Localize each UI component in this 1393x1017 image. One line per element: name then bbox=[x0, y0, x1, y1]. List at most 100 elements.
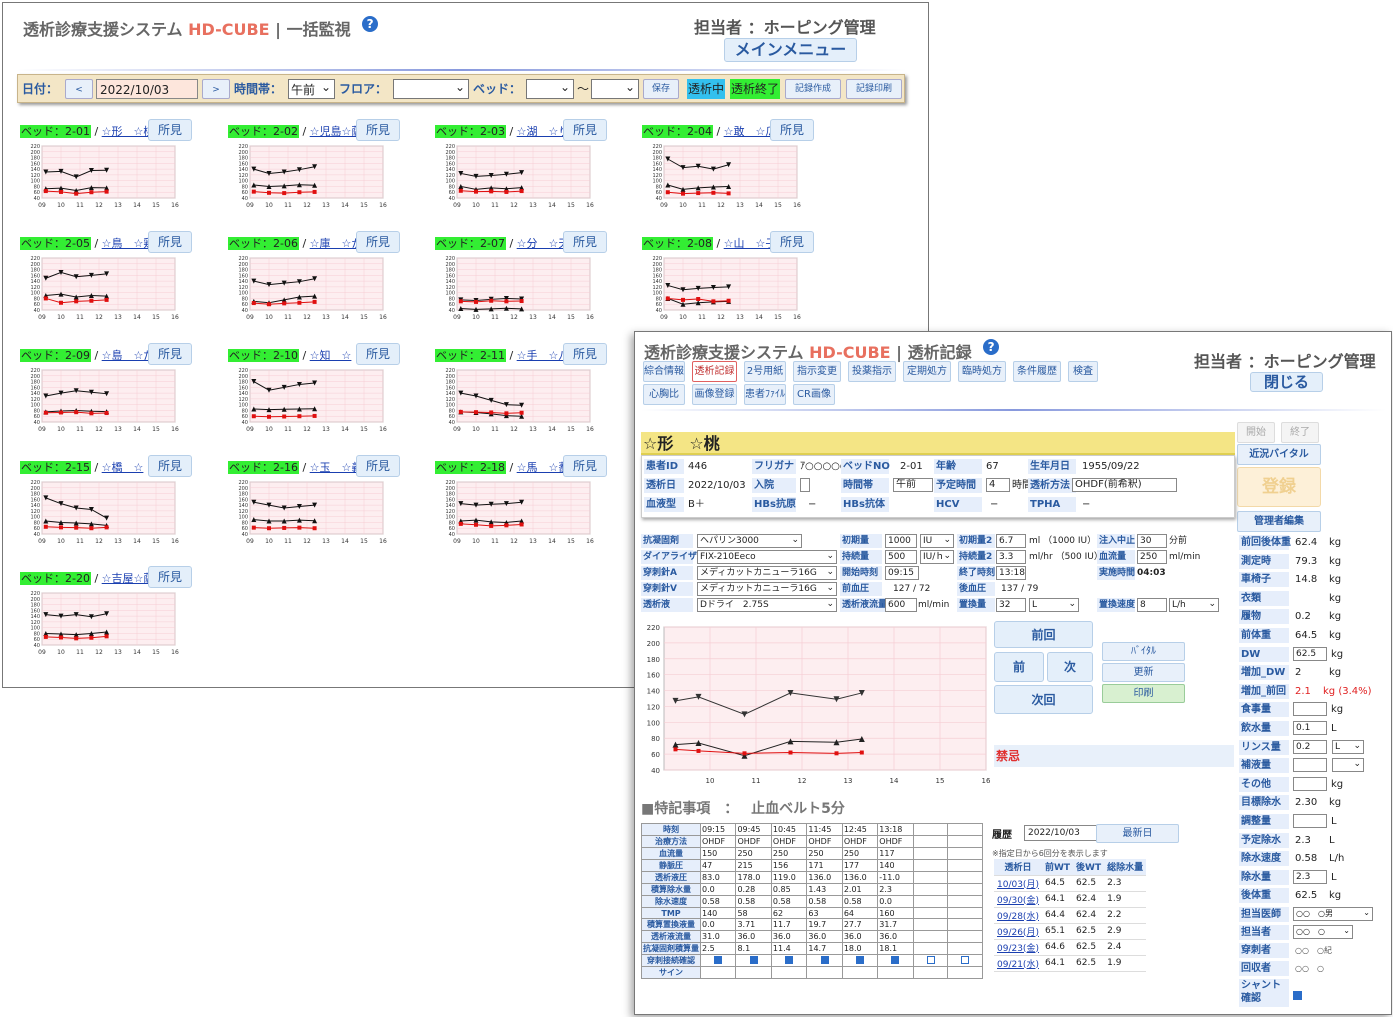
weight-input[interactable] bbox=[1293, 758, 1327, 773]
table-cell[interactable]: 36.0 bbox=[877, 930, 914, 943]
patient-link[interactable]: ☆玉 ☆義 bbox=[310, 461, 363, 474]
table-cell[interactable]: 3.71 bbox=[735, 918, 772, 931]
table-cell[interactable] bbox=[912, 823, 949, 836]
table-cell[interactable]: OHDF bbox=[735, 835, 772, 848]
table-cell[interactable]: 27.7 bbox=[841, 918, 879, 931]
anticoag-select[interactable]: ヘパリン3000 ⌄ bbox=[697, 534, 802, 548]
table-cell[interactable] bbox=[947, 847, 983, 860]
help-icon[interactable]: ? bbox=[983, 339, 1000, 355]
shoken-button[interactable]: 所見 bbox=[148, 455, 192, 477]
table-cell[interactable] bbox=[947, 930, 983, 943]
table-cell[interactable]: 136.0 bbox=[841, 871, 879, 884]
weight-input[interactable]: 62.5 bbox=[1293, 646, 1327, 661]
admin-edit-button[interactable]: 管理者編集 bbox=[1237, 511, 1321, 532]
inj-stop-input[interactable]: 30 bbox=[1137, 534, 1167, 548]
table-cell[interactable] bbox=[877, 954, 914, 967]
table-cell[interactable] bbox=[912, 907, 949, 919]
table-cell[interactable] bbox=[912, 883, 949, 896]
tab2-1[interactable]: 画像登録 bbox=[692, 384, 737, 405]
history-date-link[interactable]: 09/23(金) bbox=[994, 939, 1042, 956]
table-cell[interactable]: 160 bbox=[877, 907, 914, 919]
checkbox[interactable] bbox=[749, 955, 758, 964]
time-select[interactable]: 午前 bbox=[288, 77, 335, 99]
table-cell[interactable]: 0.0 bbox=[699, 883, 737, 896]
tab-0[interactable]: 綜合情報 bbox=[643, 361, 685, 382]
shoken-button[interactable]: 所見 bbox=[356, 231, 400, 253]
table-cell[interactable]: 12:45 bbox=[841, 823, 879, 836]
table-cell[interactable] bbox=[770, 966, 808, 979]
cont-input[interactable]: 500 bbox=[885, 550, 917, 564]
init-input[interactable]: 1000 bbox=[885, 534, 917, 548]
table-cell[interactable]: 0.58 bbox=[806, 895, 843, 908]
table-cell[interactable] bbox=[947, 954, 983, 967]
checkbox[interactable] bbox=[961, 955, 970, 964]
unit-select[interactable]: ⌄ bbox=[1332, 758, 1364, 773]
weight-input[interactable] bbox=[1293, 776, 1327, 791]
checkbox[interactable] bbox=[785, 955, 794, 964]
table-cell[interactable]: 31.0 bbox=[699, 930, 737, 943]
patient-link[interactable]: ☆分 ☆天 bbox=[517, 237, 570, 250]
table-cell[interactable]: 36.0 bbox=[735, 930, 772, 943]
table-cell[interactable] bbox=[699, 966, 737, 979]
fluid-select[interactable]: Dドライ 2.75S ⌄ bbox=[697, 598, 837, 612]
table-cell[interactable] bbox=[912, 835, 949, 848]
shoken-button[interactable]: 所見 bbox=[563, 231, 607, 253]
table-cell[interactable]: OHDF bbox=[770, 835, 808, 848]
table-cell[interactable]: 0.28 bbox=[735, 883, 772, 896]
register-button[interactable]: 登録 bbox=[1237, 467, 1321, 507]
table-cell[interactable] bbox=[912, 871, 949, 884]
table-cell[interactable]: 140 bbox=[877, 859, 914, 872]
table-cell[interactable] bbox=[770, 954, 808, 967]
shoken-button[interactable]: 所見 bbox=[356, 119, 400, 141]
table-cell[interactable]: 64 bbox=[841, 907, 879, 919]
init2-input[interactable]: 6.7 bbox=[996, 534, 1026, 548]
table-cell[interactable]: 0.0 bbox=[699, 918, 737, 931]
weight-input[interactable] bbox=[1293, 702, 1327, 717]
planned-input[interactable]: 4 bbox=[986, 478, 1010, 492]
end-button[interactable]: 終了 bbox=[1281, 422, 1319, 443]
table-cell[interactable] bbox=[841, 966, 879, 979]
floor-select[interactable] bbox=[393, 77, 469, 99]
checkbox[interactable] bbox=[891, 955, 900, 964]
main-menu-button[interactable]: メインメニュー bbox=[724, 38, 857, 62]
table-cell[interactable]: 19.7 bbox=[806, 918, 843, 931]
sub-unit-select[interactable]: L ⌄ bbox=[1029, 598, 1079, 612]
table-cell[interactable]: 178.0 bbox=[735, 871, 772, 884]
method-select[interactable]: OHDF(前希釈) bbox=[1072, 478, 1177, 492]
table-cell[interactable]: 8.1 bbox=[735, 942, 772, 955]
doctor-select[interactable]: ○○ ○男 ⌄ bbox=[1293, 907, 1373, 921]
table-cell[interactable] bbox=[947, 895, 983, 908]
table-cell[interactable] bbox=[947, 918, 983, 931]
date-input[interactable]: 2022/10/03 bbox=[96, 79, 198, 99]
shoken-button[interactable]: 所見 bbox=[148, 119, 192, 141]
shoken-button[interactable]: 所見 bbox=[148, 343, 192, 365]
shoken-button[interactable]: 所見 bbox=[148, 566, 192, 588]
table-cell[interactable]: 0.58 bbox=[699, 895, 737, 908]
history-date-link[interactable]: 10/03(月) bbox=[994, 875, 1042, 892]
nurse-select[interactable]: ○○ ○ ⌄ bbox=[1293, 925, 1353, 939]
table-cell[interactable]: 09:45 bbox=[735, 823, 772, 836]
table-cell[interactable] bbox=[877, 966, 914, 979]
unit-select[interactable]: L ⌄ bbox=[1332, 739, 1364, 754]
table-cell[interactable]: 0.58 bbox=[770, 895, 808, 908]
table-cell[interactable]: 250 bbox=[841, 847, 879, 860]
tab-6[interactable]: 臨時処方 bbox=[958, 361, 1006, 382]
table-cell[interactable]: 83.0 bbox=[699, 871, 737, 884]
first-record-button[interactable]: 前回 bbox=[994, 621, 1093, 648]
table-cell[interactable]: -11.0 bbox=[877, 871, 914, 884]
table-cell[interactable]: 2.5 bbox=[699, 942, 737, 955]
table-cell[interactable]: 0.0 bbox=[877, 895, 914, 908]
patient-link[interactable]: ☆形 ☆桃 bbox=[102, 125, 155, 138]
table-cell[interactable]: 0.58 bbox=[841, 895, 879, 908]
cont2-input[interactable]: 3.3 bbox=[996, 550, 1026, 564]
fluid-flow-input[interactable]: 600 bbox=[885, 598, 917, 612]
table-cell[interactable]: 156 bbox=[770, 859, 808, 872]
history-date-link[interactable]: 09/28(水) bbox=[994, 907, 1042, 924]
table-cell[interactable]: 250 bbox=[770, 847, 808, 860]
init-unit-select[interactable]: IU ⌄ bbox=[920, 534, 954, 548]
table-cell[interactable]: 18.0 bbox=[841, 942, 879, 955]
table-cell[interactable] bbox=[947, 859, 983, 872]
table-cell[interactable]: 1.43 bbox=[806, 883, 843, 896]
needle-v-select[interactable]: メディカットカニューラ16G ⌄ bbox=[697, 582, 837, 596]
sub-rate-input[interactable]: 8 bbox=[1137, 598, 1167, 612]
